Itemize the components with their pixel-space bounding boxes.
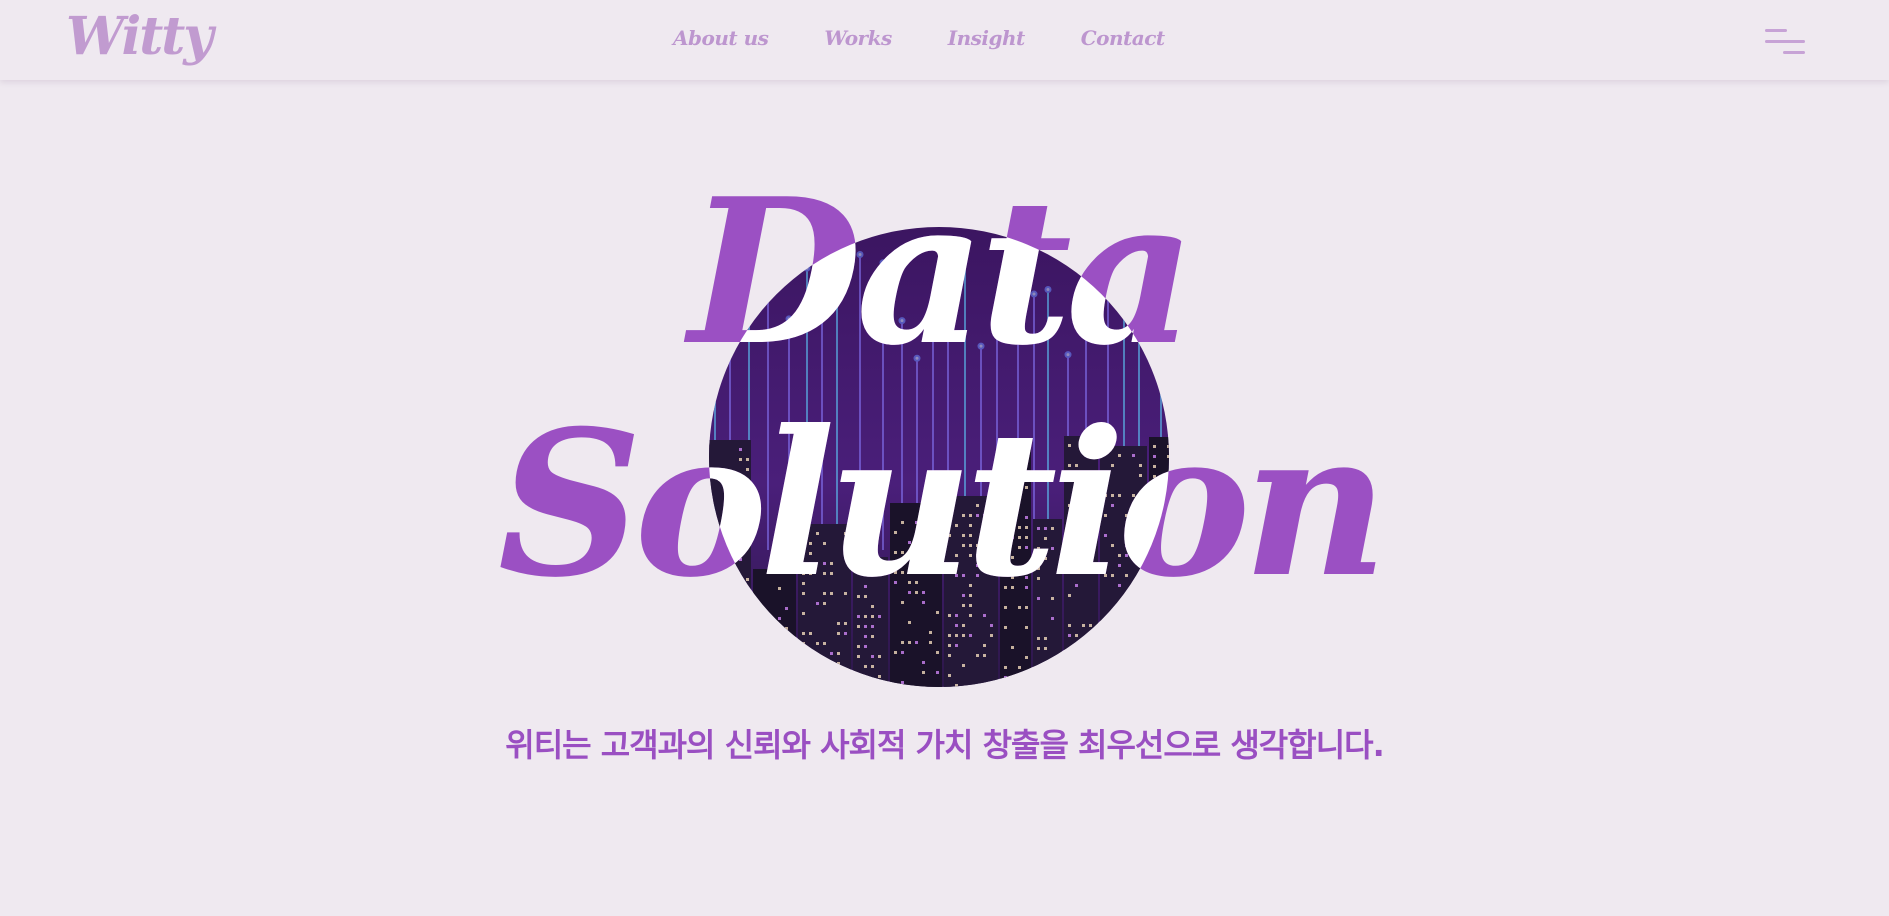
hamburger-menu-icon[interactable]	[1763, 26, 1805, 60]
main-nav: About us Works Insight Contact	[673, 26, 1221, 50]
witty-logo[interactable]: Witty	[66, 6, 213, 67]
hero-tagline: 위티는 고객과의 신뢰와 사회적 가치 창출을 최우선으로 생각합니다.	[505, 726, 1384, 764]
hero-section: Data Solution Data Solution 위티는 고객과의 신뢰와…	[0, 80, 1889, 916]
nav-insight[interactable]: Insight	[948, 26, 1026, 50]
site-header: Witty About us Works Insight Contact	[0, 0, 1889, 80]
nav-contact[interactable]: Contact	[1081, 26, 1165, 50]
hero-graphic: Data Solution Data Solution	[498, 155, 1388, 687]
nav-works[interactable]: Works	[824, 26, 892, 50]
nav-about-us[interactable]: About us	[673, 26, 769, 50]
